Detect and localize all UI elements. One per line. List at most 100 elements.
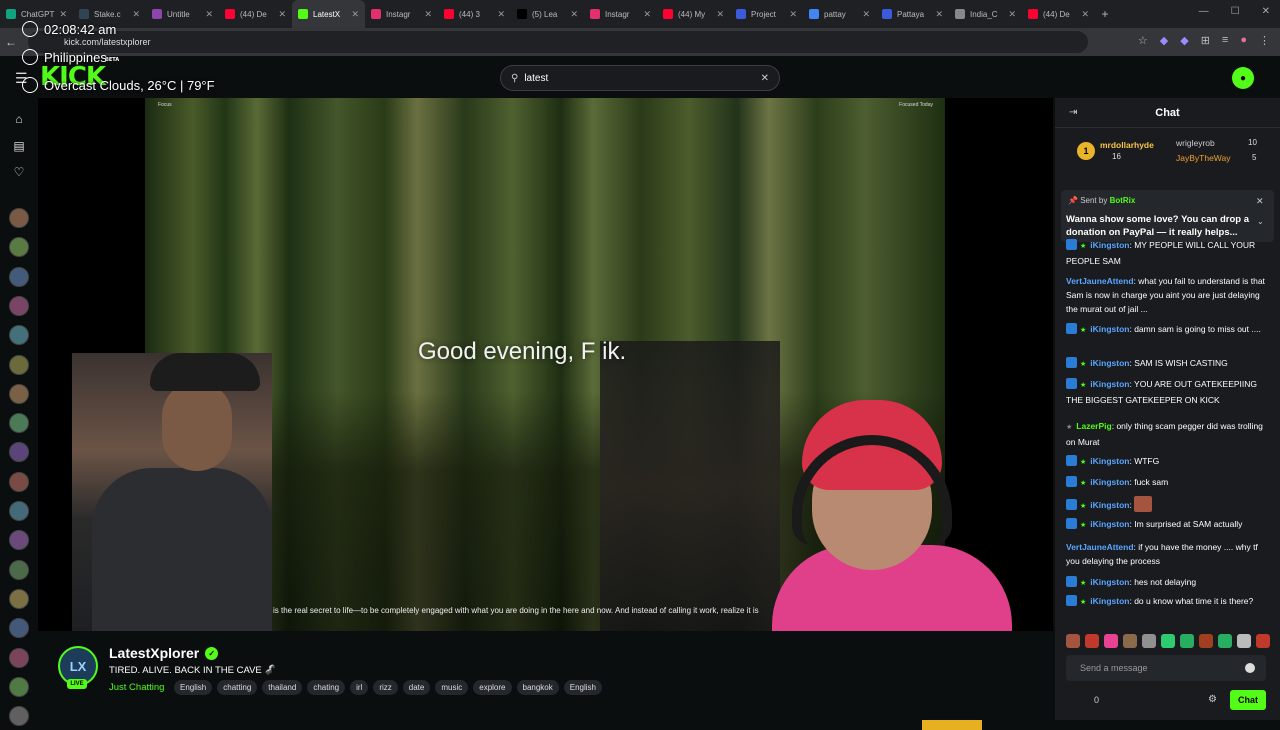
extension-icon[interactable]: ◆ [1160,34,1168,47]
browser-tab[interactable]: (44) De ✕ [1022,0,1095,28]
send-chat-button[interactable]: Chat [1230,690,1266,710]
leader-name[interactable]: JayByTheWay [1176,153,1230,163]
stream-tag[interactable]: English [174,680,213,695]
back-icon[interactable]: ← [0,35,22,49]
browser-tab[interactable]: LatestX ✕ [292,0,365,28]
followed-channel-avatar[interactable] [9,559,29,580]
streamer-name[interactable]: LatestXplorer ✓ [109,645,219,661]
leader-name[interactable]: wrigleyrob [1176,138,1215,148]
emote-icon[interactable] [1085,634,1099,648]
browser-tab[interactable]: (44) My ✕ [657,0,730,28]
followed-channel-avatar[interactable] [9,354,29,375]
browser-tab[interactable]: Pattaya ✕ [876,0,949,28]
emote-icon[interactable] [1066,634,1080,648]
close-tab-icon[interactable]: ✕ [1081,9,1089,20]
browse-icon[interactable]: ▤ [11,139,27,155]
followed-channel-avatar[interactable] [9,383,29,404]
browser-tab[interactable]: Project ✕ [730,0,803,28]
close-tab-icon[interactable]: ✕ [132,9,140,20]
chat-username[interactable]: VertJauneAttend [1066,542,1134,552]
followed-channel-avatar[interactable] [9,325,29,346]
close-tab-icon[interactable]: ✕ [789,9,797,20]
followed-channel-avatar[interactable] [9,647,29,668]
chat-username[interactable]: iKingston [1090,379,1129,389]
search-input[interactable]: ⚲ latest ✕ [500,65,780,91]
user-avatar[interactable]: ● [1232,67,1254,89]
stream-tag[interactable]: irl [350,680,369,695]
emoji-picker-icon[interactable] [1245,663,1255,673]
close-tab-icon[interactable]: ✕ [862,9,870,20]
followed-channel-avatar[interactable] [9,208,29,228]
followed-channel-avatar[interactable] [9,442,29,463]
close-tab-icon[interactable]: ✕ [643,9,651,20]
followed-channel-avatar[interactable] [9,295,29,316]
chat-username[interactable]: iKingston [1090,358,1129,368]
chat-username[interactable]: iKingston [1090,477,1129,487]
unpin-icon[interactable]: ✕ [1256,196,1264,207]
browser-tab[interactable]: Instagr ✕ [584,0,657,28]
stream-tag[interactable]: date [402,680,431,695]
chat-username[interactable]: LazerPig [1076,421,1111,431]
emote-icon[interactable] [1199,634,1213,648]
emote-icon[interactable] [1180,634,1194,648]
stream-tag[interactable]: English [563,680,602,695]
chat-username[interactable]: iKingston [1090,500,1129,510]
following-heart-icon[interactable]: ♡ [11,165,27,181]
followed-channel-avatar[interactable] [9,501,29,521]
close-tab-icon[interactable]: ✕ [351,9,359,20]
stream-tag[interactable]: thailand [262,680,303,695]
followed-channel-avatar[interactable] [9,471,29,492]
chat-username[interactable]: iKingston [1090,519,1129,529]
kebab-menu-icon[interactable]: ⋮ [1259,34,1270,47]
close-tab-icon[interactable]: ✕ [59,9,67,20]
puzzle-icon[interactable]: ⊞ [1201,34,1210,47]
emote-icon[interactable] [1161,634,1175,648]
chat-username[interactable]: iKingston [1090,324,1129,334]
profile-icon[interactable]: ● [1240,34,1247,47]
emote-icon[interactable] [1142,634,1156,648]
browser-tab[interactable]: (44) De ✕ [219,0,292,28]
followed-channel-avatar[interactable] [9,706,29,727]
stream-tag[interactable]: bangkok [516,680,559,695]
clear-search-icon[interactable]: ✕ [761,73,769,84]
stream-tag[interactable]: explore [473,680,512,695]
bookmark-star-icon[interactable]: ☆ [1138,34,1148,47]
browser-tab[interactable]: Instagr ✕ [365,0,438,28]
minimize-icon[interactable]: — [1199,6,1209,17]
followed-channel-avatar[interactable] [9,530,29,551]
emote-icon[interactable] [1123,634,1137,648]
chat-username[interactable]: iKingston [1090,456,1129,466]
browser-tab[interactable]: Untitle ✕ [146,0,219,28]
leader-name[interactable]: mrdollarhyde [1100,140,1154,150]
close-tab-icon[interactable]: ✕ [205,9,213,20]
maximize-icon[interactable]: ☐ [1231,6,1240,17]
close-tab-icon[interactable]: ✕ [278,9,286,20]
stream-category[interactable]: Just Chatting [109,682,164,693]
extension-icon[interactable]: ◆ [1180,34,1188,47]
close-tab-icon[interactable]: ✕ [716,9,724,20]
tab-menu-icon[interactable]: ≡ [1222,34,1228,47]
chat-message-input[interactable]: Send a message [1066,655,1266,681]
browser-tab[interactable]: India_C ✕ [949,0,1022,28]
close-tab-icon[interactable]: ✕ [935,9,943,20]
chat-username[interactable]: iKingston [1090,596,1129,606]
stream-tag[interactable]: chatting [217,680,258,695]
chat-username[interactable]: iKingston [1090,577,1129,587]
close-tab-icon[interactable]: ✕ [497,9,505,20]
browser-tab[interactable]: (44) 3 ✕ [438,0,511,28]
gear-icon[interactable]: ⚙ [1208,694,1217,705]
followed-channel-avatar[interactable] [9,588,29,609]
collapse-chat-icon[interactable]: ⇥ [1069,107,1077,118]
emote-icon[interactable] [1218,634,1232,648]
chevron-down-icon[interactable]: ⌄ [1257,217,1264,226]
home-icon[interactable]: ⌂ [11,112,27,128]
followed-channel-avatar[interactable] [9,676,29,697]
browser-tab[interactable]: (5) Lea ✕ [511,0,584,28]
emote-icon[interactable] [1104,634,1118,648]
stream-tag[interactable]: rizz [373,680,398,695]
url-field[interactable]: kick.com/latestxplorer [28,31,1088,53]
close-window-icon[interactable]: ✕ [1262,6,1270,17]
close-tab-icon[interactable]: ✕ [570,9,578,20]
chat-username[interactable]: VertJauneAttend [1066,276,1134,286]
close-tab-icon[interactable]: ✕ [1008,9,1016,20]
